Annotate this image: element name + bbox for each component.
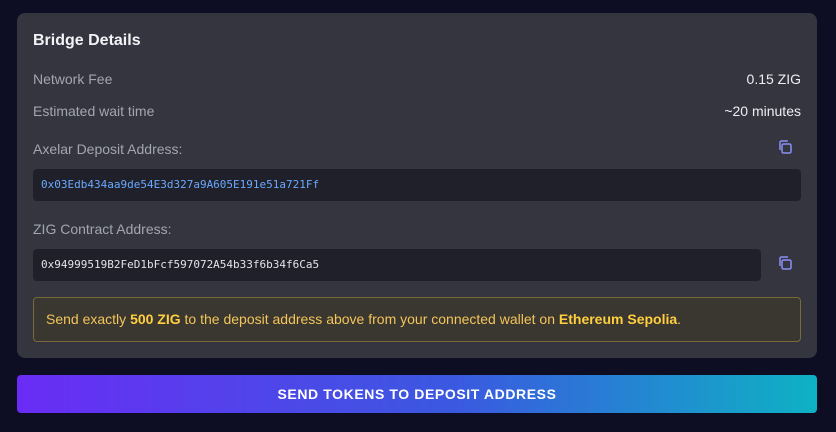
zig-contract-field[interactable]: 0x94999519B2FeD1bFcf597072A54b33f6b34f6C… — [33, 249, 761, 281]
network-fee-row: Network Fee 0.15 ZIG — [33, 71, 801, 87]
copy-icon — [777, 255, 793, 276]
send-tokens-button[interactable]: SEND TOKENS TO DEPOSIT ADDRESS — [17, 375, 817, 413]
zig-contract-label: ZIG Contract Address: — [33, 221, 172, 237]
network-fee-label: Network Fee — [33, 71, 113, 87]
wait-time-row: Estimated wait time ~20 minutes — [33, 103, 801, 119]
network-fee-value: 0.15 ZIG — [746, 71, 801, 87]
axelar-address-label: Axelar Deposit Address: — [33, 141, 183, 157]
notice-prefix: Send exactly — [46, 311, 131, 327]
copy-icon — [777, 139, 793, 160]
wait-time-value: ~20 minutes — [724, 103, 801, 119]
deposit-notice: Send exactly 500 ZIG to the deposit addr… — [33, 297, 801, 342]
notice-middle: to the deposit address above from your c… — [180, 311, 559, 327]
card-title: Bridge Details — [33, 32, 141, 49]
copy-axelar-address-button[interactable] — [774, 138, 796, 160]
axelar-address-field[interactable]: 0x03Edb434aa9de54E3d327a9A605E191e51a721… — [33, 169, 801, 201]
notice-suffix: . — [677, 311, 682, 327]
bridge-details-card: Bridge Details Network Fee 0.15 ZIG Esti… — [17, 13, 817, 358]
copy-zig-contract-button[interactable] — [774, 254, 796, 276]
notice-network: Ethereum Sepolia — [558, 311, 678, 327]
notice-amount: 500 ZIG — [130, 311, 181, 327]
wait-time-label: Estimated wait time — [33, 103, 155, 119]
